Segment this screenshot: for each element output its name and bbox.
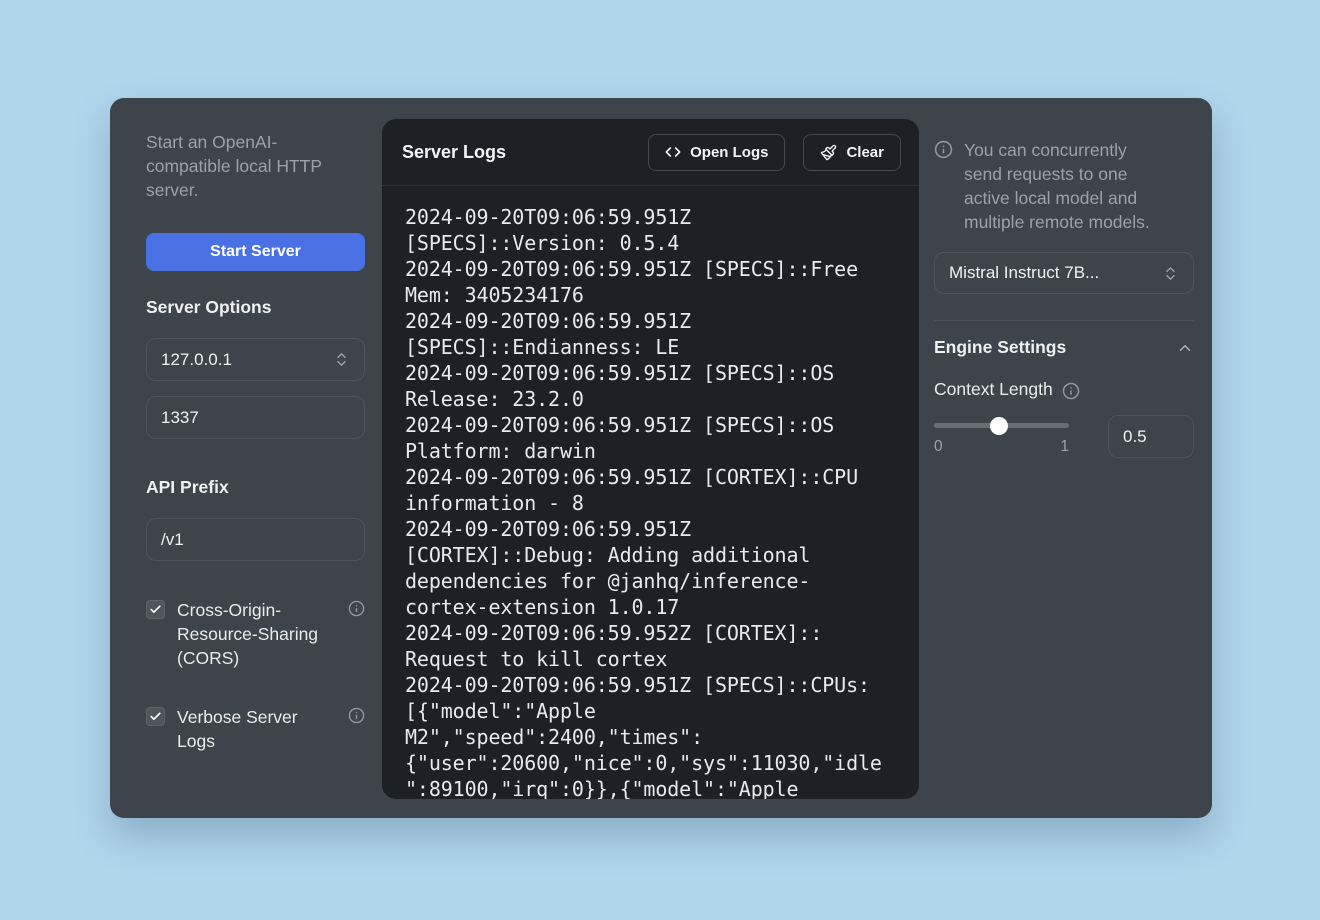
log-line: dependencies for @janhq/inference- [405,568,896,594]
log-line: [SPECS]::Endianness: LE [405,334,896,360]
log-line: Request to kill cortex [405,646,896,672]
port-input[interactable] [146,396,365,439]
log-line: cortex-extension 1.0.17 [405,594,896,620]
log-line: information - 8 [405,490,896,516]
concurrency-hint-row: You can concurrently send requests to on… [934,138,1194,234]
server-logs-card: Server Logs Open Logs Clear 2024-09-20T0… [382,119,919,799]
context-length-row: Context Length [934,379,1080,400]
server-description: Start an OpenAI-compatible local HTTP se… [146,130,338,202]
log-line: Mem: 3405234176 [405,282,896,308]
host-select-value: 127.0.0.1 [161,350,232,370]
cors-info-icon[interactable] [348,600,365,617]
context-length-label: Context Length [934,379,1053,400]
host-select[interactable]: 127.0.0.1 [146,338,365,381]
slider-thumb[interactable] [990,417,1008,435]
log-line: [SPECS]::Version: 0.5.4 [405,230,896,256]
cors-checkbox[interactable] [146,600,165,619]
check-icon [149,603,162,616]
context-length-slider-block: 0 1 [934,415,1069,458]
chevrons-up-down-icon [1162,265,1179,282]
verbose-logs-info-icon[interactable] [348,707,365,724]
engine-settings-header[interactable]: Engine Settings [934,337,1194,358]
log-line: 2024-09-20T09:06:59.951Z [SPECS]::OS [405,412,896,438]
clear-logs-button[interactable]: Clear [803,134,901,171]
log-line: 2024-09-20T09:06:59.951Z [SPECS]::CPUs: [405,672,896,698]
server-logs-title: Server Logs [402,142,506,163]
slider-max-label: 1 [1060,438,1069,456]
cors-checkbox-label: Cross-Origin-Resource-Sharing (CORS) [177,598,333,670]
server-config-sidebar: Start an OpenAI-compatible local HTTP se… [146,98,365,818]
chevrons-up-down-icon [333,351,350,368]
log-line: 2024-09-20T09:06:59.951Z [405,308,896,334]
context-length-slider[interactable] [934,423,1069,428]
engine-settings-title: Engine Settings [934,337,1066,358]
open-logs-button[interactable]: Open Logs [648,134,785,171]
check-icon [149,710,162,723]
log-line: 2024-09-20T09:06:59.951Z [CORTEX]::CPU [405,464,896,490]
log-line: 2024-09-20T09:06:59.952Z [CORTEX]:: [405,620,896,646]
verbose-logs-option-row: Verbose Server Logs [146,705,365,753]
api-prefix-input[interactable] [146,518,365,561]
context-length-value-input[interactable] [1108,415,1194,458]
paintbrush-icon [820,144,837,161]
log-line: [{"model":"Apple [405,698,896,724]
slider-range-labels: 0 1 [934,438,1069,456]
log-line: 2024-09-20T09:06:59.951Z [405,204,896,230]
hint-info-icon [934,140,953,234]
log-line: Platform: darwin [405,438,896,464]
api-prefix-heading: API Prefix [146,477,229,498]
context-length-controls: 0 1 [934,415,1194,458]
engine-settings-divider [934,320,1194,321]
server-logs-header: Server Logs Open Logs Clear [382,119,919,186]
verbose-logs-checkbox[interactable] [146,707,165,726]
verbose-logs-checkbox-label: Verbose Server Logs [177,705,333,753]
cors-option-row: Cross-Origin-Resource-Sharing (CORS) [146,598,365,670]
log-line: 2024-09-20T09:06:59.951Z [SPECS]::OS [405,360,896,386]
clear-logs-button-label: Clear [846,144,884,161]
server-logs-content[interactable]: 2024-09-20T09:06:59.951Z[SPECS]::Version… [382,186,919,799]
log-line: 2024-09-20T09:06:59.951Z [405,516,896,542]
log-line: 2024-09-20T09:06:59.951Z [SPECS]::Free [405,256,896,282]
context-length-info-icon[interactable] [1062,382,1080,400]
log-line: Release: 23.2.0 [405,386,896,412]
log-line: ":89100,"irq":0}},{"model":"Apple [405,776,896,799]
model-select-value: Mistral Instruct 7B... [949,263,1099,283]
log-line: {"user":20600,"nice":0,"sys":11030,"idle [405,750,896,776]
open-logs-button-label: Open Logs [690,144,768,161]
chevron-up-icon [1176,339,1194,357]
slider-min-label: 0 [934,438,943,456]
server-options-heading: Server Options [146,297,271,318]
log-line: M2","speed":2400,"times": [405,724,896,750]
start-server-button[interactable]: Start Server [146,233,365,271]
code-icon [665,144,681,160]
concurrency-hint-text: You can concurrently send requests to on… [964,138,1169,234]
model-select[interactable]: Mistral Instruct 7B... [934,252,1194,294]
log-line: [CORTEX]::Debug: Adding additional [405,542,896,568]
local-server-panel: Start an OpenAI-compatible local HTTP se… [110,98,1212,818]
